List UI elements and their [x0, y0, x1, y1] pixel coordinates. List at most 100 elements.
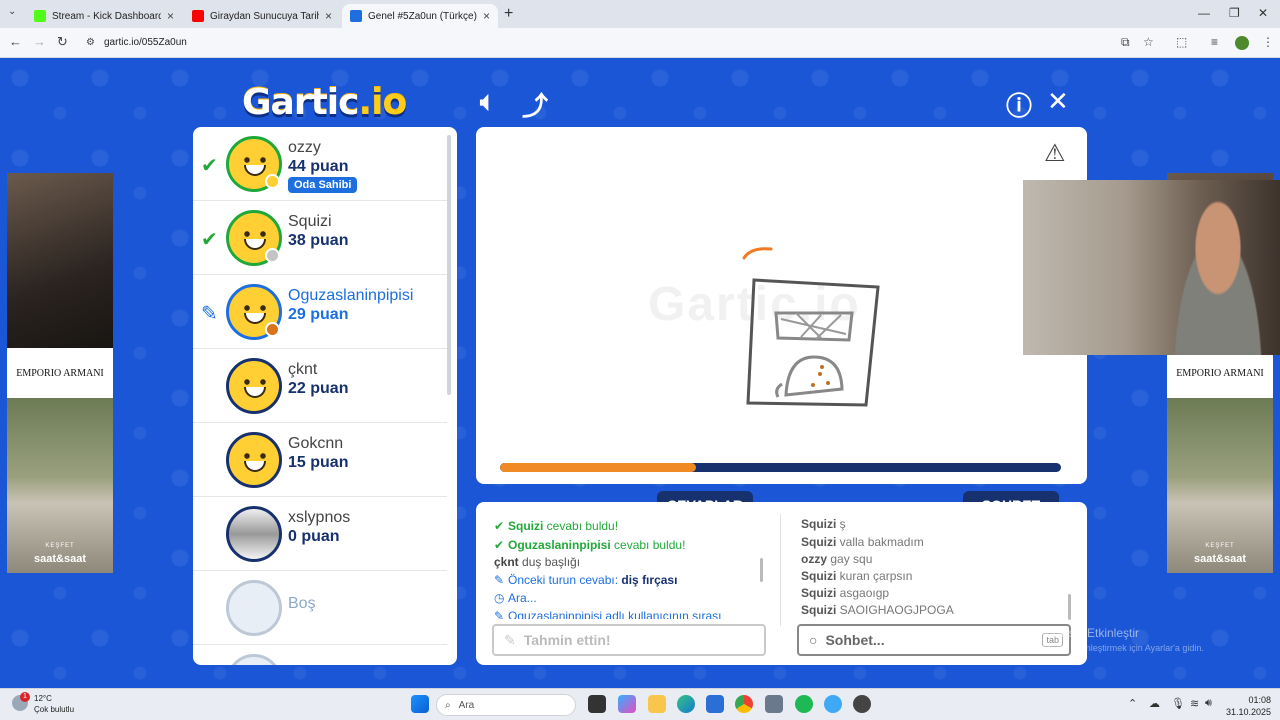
sound-icon[interactable]: 🔈︎	[480, 86, 496, 118]
address-bar[interactable]: gartic.io/055Za0un	[104, 37, 187, 48]
copilot-icon[interactable]	[618, 695, 636, 713]
windows-start-icon[interactable]	[411, 695, 429, 713]
tab-list-icon[interactable]: ⌄	[8, 6, 16, 17]
player-row[interactable]: çknt 22 puan	[193, 349, 447, 423]
store-icon[interactable]	[706, 695, 724, 713]
chat-scrollbar[interactable]	[1068, 594, 1071, 620]
chat-text: ş	[836, 517, 846, 531]
player-row[interactable]: ✔ ozzy 44 puan Oda Sahibi	[193, 127, 447, 201]
panel-divider	[780, 514, 781, 626]
ad-shop: saat&saat	[34, 553, 86, 565]
tab-title: Genel #5Za0un (Türkçe) - Garti	[368, 10, 477, 22]
ad-cta: KEŞFET	[45, 543, 75, 549]
edge-icon[interactable]	[677, 695, 695, 713]
clock-date: 31.10.2025	[1226, 707, 1272, 717]
forward-icon[interactable]: →	[33, 34, 46, 49]
answer-text: duş başlığı	[518, 555, 581, 569]
site-info-icon[interactable]: ⚙	[86, 37, 95, 48]
extensions-icon[interactable]: ⬚	[1176, 35, 1187, 49]
weather-condition: Çok bulutlu	[34, 705, 75, 714]
tab-kick[interactable]: Stream - Kick Dashboard ×	[26, 4, 182, 28]
close-tab-icon[interactable]: ×	[167, 9, 174, 23]
answer-text: Ara...	[508, 591, 537, 605]
level-dot	[265, 322, 280, 337]
close-tab-icon[interactable]: ×	[483, 9, 490, 23]
cloud-icon[interactable]: ☁	[1149, 697, 1160, 710]
chat-name: Squizi	[801, 517, 837, 531]
task-view-icon[interactable]	[588, 695, 606, 713]
share-icon[interactable]: ⤴︎	[522, 86, 548, 123]
room-owner-badge: Oda Sahibi	[288, 177, 358, 193]
check-icon: ✔	[494, 519, 505, 533]
taskbar-search[interactable]: ⌕ Ara	[436, 694, 576, 716]
player-row[interactable]: ✔ Squizi 38 puan	[193, 201, 447, 275]
system-clock[interactable]: 01:08 31.10.2025	[1226, 694, 1271, 718]
info-icon[interactable]: ⓘ	[1006, 86, 1032, 123]
level-dot	[265, 248, 280, 263]
reload-icon[interactable]: ↻	[57, 34, 68, 50]
install-icon[interactable]: ⧉	[1121, 35, 1130, 50]
tab-gartic[interactable]: Genel #5Za0un (Türkçe) - Garti ×	[342, 4, 498, 28]
app-icon-2[interactable]	[824, 695, 842, 713]
guess-input[interactable]: ✎ Tahmin ettin!	[492, 624, 766, 656]
profile-avatar[interactable]	[1235, 36, 1249, 50]
restore-icon[interactable]: ❐	[1229, 6, 1240, 20]
player-list: ✔ ozzy 44 puan Oda Sahibi ✔ Squizi 38 pu…	[193, 127, 457, 665]
minimize-icon[interactable]: —	[1198, 6, 1210, 20]
file-explorer-icon[interactable]	[648, 695, 666, 713]
chat-name: Squizi	[801, 603, 837, 617]
close-tab-icon[interactable]: ×	[325, 9, 332, 23]
menu-icon[interactable]: ⋮	[1262, 35, 1274, 49]
windows-taskbar: 1 12°C Çok bulutlu ⌕ Ara ⌃ ☁ 🎙︎ ≋ 🔊︎ 01:…	[0, 688, 1280, 720]
chat-name: Squizi	[801, 535, 837, 549]
player-list-scrollbar[interactable]	[447, 135, 451, 395]
answers-scrollbar[interactable]	[760, 558, 763, 582]
tray-chevron-icon[interactable]: ⌃	[1128, 697, 1137, 710]
check-icon: ✔	[201, 155, 218, 177]
answer-text: cevabı buldu!	[610, 538, 686, 552]
search-icon: ⌕	[445, 699, 451, 711]
close-icon[interactable]: ✕	[1047, 86, 1069, 117]
wifi-icon[interactable]: ≋	[1190, 697, 1199, 710]
weather-widget[interactable]: 12°C Çok bulutlu	[34, 693, 74, 715]
pencil-icon: ✎	[504, 631, 516, 648]
pencil-icon: ✎	[494, 573, 505, 587]
mic-icon[interactable]: 🎙︎	[1171, 697, 1185, 710]
player-name: çknt	[288, 361, 318, 378]
chat-message: Squizi asgaoıgp	[801, 586, 889, 600]
answer-name: Oguzaslaninpipisi	[508, 538, 611, 552]
app-icon-3[interactable]	[853, 695, 871, 713]
player-row[interactable]: ✎ Oguzaslaninpipisi 29 puan	[193, 275, 447, 349]
chat-message: ozzy gay squ	[801, 552, 872, 566]
answer-line: ✎ Oguzaslaninpipisi adlı kullanıcının sır…	[494, 609, 721, 619]
spotify-icon[interactable]	[795, 695, 813, 713]
search-label: Ara	[458, 699, 475, 711]
gartic-favicon-icon	[350, 10, 362, 22]
chat-text: SAOIGHAOGJPOGA	[836, 603, 954, 617]
chat-message: Squizi valla bakmadım	[801, 535, 924, 549]
chat-name: Squizi	[801, 586, 837, 600]
drawing-canvas[interactable]: Gartic.io ⚠	[476, 127, 1087, 484]
player-row[interactable]: xslypnos 0 puan	[193, 497, 447, 571]
left-ad-banner[interactable]: EMPORIO ARMANI KEŞFET saat&saat	[7, 173, 113, 573]
close-window-icon[interactable]: ✕	[1258, 6, 1268, 20]
new-tab-icon[interactable]: +	[504, 5, 513, 23]
tab-title: Giraydan Sunucuya Tarihi Ayar	[210, 10, 319, 22]
back-icon[interactable]: ←	[9, 34, 22, 49]
windows-activation-subtitle: Windows'u etkinleştirmek için Ayarlar'a …	[1026, 643, 1204, 653]
app-icon[interactable]	[765, 695, 783, 713]
empty-slot-row	[193, 645, 447, 665]
search-icon: ○	[809, 632, 818, 648]
clock-icon: ◷	[494, 591, 505, 605]
player-score: 0 puan	[288, 528, 340, 545]
bookmark-star-icon[interactable]: ☆	[1143, 35, 1154, 49]
media-icon[interactable]: ≡	[1211, 35, 1218, 49]
volume-icon[interactable]: 🔊︎	[1205, 697, 1212, 710]
player-score: 38 puan	[288, 232, 349, 249]
player-score: 15 puan	[288, 454, 349, 471]
chrome-icon[interactable]	[735, 695, 753, 713]
player-row[interactable]: Gokcnn 15 puan	[193, 423, 447, 497]
player-name: Oguzaslaninpipisi	[288, 287, 414, 304]
answer-name: Oguzaslaninpipisi	[508, 609, 603, 619]
tab-youtube[interactable]: Giraydan Sunucuya Tarihi Ayar ×	[184, 4, 340, 28]
